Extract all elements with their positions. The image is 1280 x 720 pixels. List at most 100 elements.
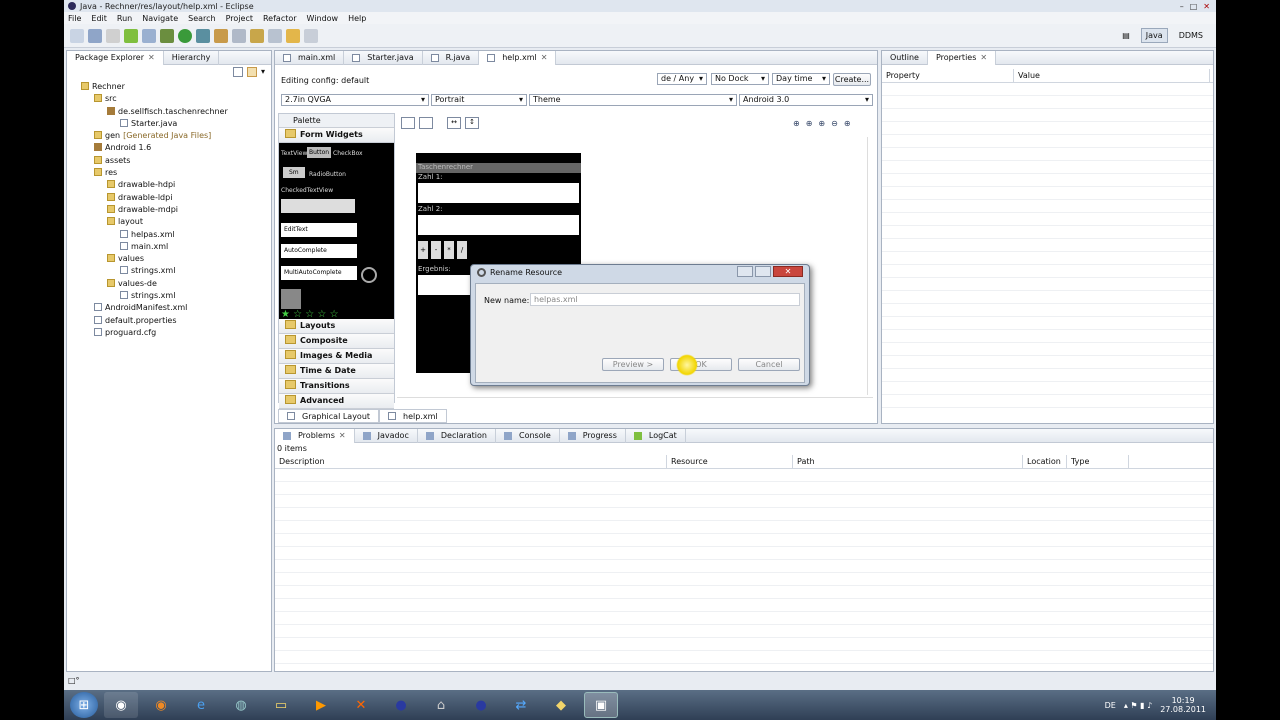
- widget-button[interactable]: Button: [307, 147, 332, 158]
- new-java-project-icon[interactable]: [214, 28, 228, 43]
- tab-properties[interactable]: Properties ✕: [927, 50, 997, 65]
- tab-outline[interactable]: Outline: [882, 50, 928, 65]
- new-name-input[interactable]: helpas.xml: [530, 293, 800, 306]
- canvas-vscroll[interactable]: [867, 137, 875, 395]
- menu-edit[interactable]: Edit: [91, 14, 107, 23]
- column-type[interactable]: Type: [1067, 454, 1129, 469]
- avd-icon[interactable]: [142, 28, 156, 43]
- create-config-button[interactable]: Create...: [833, 73, 871, 86]
- operator-button[interactable]: -: [431, 241, 441, 259]
- editor-tab[interactable]: help.xml ✕: [479, 50, 557, 65]
- bottom-tab[interactable]: Progress: [560, 428, 626, 443]
- run-icon[interactable]: [178, 28, 192, 43]
- zoom-reset-icon[interactable]: ⊕: [844, 119, 851, 128]
- close-tab-icon[interactable]: ✕: [339, 431, 346, 440]
- clock[interactable]: 10:19 27.08.2011: [1160, 696, 1206, 714]
- screen-select[interactable]: 2.7in QVGA: [281, 94, 429, 106]
- target-select[interactable]: Android 3.0: [739, 94, 873, 106]
- tab-package-explorer[interactable]: Package Explorer ✕: [67, 50, 164, 65]
- tree-item[interactable]: helpas.xml: [71, 229, 271, 241]
- ddms-perspective-button[interactable]: DDMS: [1174, 28, 1208, 43]
- tree-item[interactable]: values-de: [71, 278, 271, 290]
- tree-item[interactable]: strings.xml: [71, 290, 271, 302]
- widget-edittext[interactable]: EditText: [281, 223, 357, 237]
- tray-icons[interactable]: ▴ ⚑ ▮ ♪: [1124, 701, 1152, 710]
- tree-item[interactable]: src: [71, 93, 271, 105]
- close-tab-icon[interactable]: ✕: [148, 53, 155, 62]
- teamviewer-icon[interactable]: ⇄: [504, 692, 538, 718]
- network-icon[interactable]: ⌂: [424, 692, 458, 718]
- palette-category-form-widgets[interactable]: Form Widgets: [279, 128, 394, 143]
- palette-category[interactable]: Composite: [279, 334, 394, 349]
- tree-item[interactable]: Android 1.6: [71, 142, 271, 154]
- fill-height-icon[interactable]: ↕: [465, 117, 479, 129]
- tree-item[interactable]: AndroidManifest.xml: [71, 302, 271, 314]
- tree-item[interactable]: de.sellfisch.taschenrechner: [71, 106, 271, 118]
- palette-category[interactable]: Transitions: [279, 379, 394, 394]
- save-icon[interactable]: [88, 28, 102, 43]
- menu-file[interactable]: File: [68, 14, 81, 23]
- layout-toggle-2-icon[interactable]: [419, 117, 433, 129]
- fill-width-icon[interactable]: ↔: [447, 117, 461, 129]
- chrome-icon[interactable]: ◉: [104, 692, 138, 718]
- tree-item[interactable]: layout: [71, 216, 271, 228]
- minimize-icon[interactable]: –: [1180, 2, 1184, 11]
- column-location[interactable]: Location: [1023, 454, 1067, 469]
- editor-tab[interactable]: R.java: [423, 50, 480, 65]
- widget-textview[interactable]: TextView: [281, 150, 307, 157]
- tree-item[interactable]: assets: [71, 155, 271, 167]
- media-icon[interactable]: ▶: [304, 692, 338, 718]
- menu-help[interactable]: Help: [348, 14, 366, 23]
- tree-item[interactable]: gen [Generated Java Files]: [71, 130, 271, 142]
- operator-button[interactable]: *: [444, 241, 454, 259]
- editor-tab[interactable]: Starter.java: [344, 50, 423, 65]
- search-icon[interactable]: [250, 28, 264, 43]
- bottom-tab[interactable]: LogCat: [626, 428, 686, 443]
- java-perspective-button[interactable]: Java: [1140, 28, 1168, 43]
- canvas-hscroll[interactable]: [397, 397, 873, 405]
- locale-select[interactable]: de / Any: [657, 73, 707, 85]
- cancel-button[interactable]: Cancel: [738, 358, 800, 371]
- editor-tab[interactable]: main.xml: [275, 50, 345, 65]
- folder-taskbar-icon[interactable]: ◆: [544, 692, 578, 718]
- menu-refactor[interactable]: Refactor: [263, 14, 297, 23]
- tree-item[interactable]: values: [71, 253, 271, 265]
- input-zahl2[interactable]: [418, 215, 579, 235]
- palette-category[interactable]: Images & Media: [279, 349, 394, 364]
- new-icon[interactable]: [70, 28, 84, 43]
- widget-seekbar-icon[interactable]: [281, 289, 301, 309]
- menu-navigate[interactable]: Navigate: [142, 14, 178, 23]
- open-type-icon[interactable]: [232, 28, 246, 43]
- bottom-tab[interactable]: Javadoc: [355, 428, 418, 443]
- explorer-folder-icon[interactable]: ▭: [264, 692, 298, 718]
- firefox-icon[interactable]: ◉: [144, 692, 178, 718]
- start-button[interactable]: ⊞: [70, 692, 98, 718]
- bottom-tab[interactable]: Declaration: [418, 428, 496, 443]
- menu-search[interactable]: Search: [188, 14, 215, 23]
- tree-item[interactable]: proguard.cfg: [71, 327, 271, 339]
- widget-small-button[interactable]: Sm: [283, 167, 305, 178]
- widget-radio-button[interactable]: RadioButton: [309, 171, 346, 178]
- eclipse-taskbar-icon[interactable]: ●: [384, 692, 418, 718]
- tree-item[interactable]: res: [71, 167, 271, 179]
- tree-item[interactable]: default.properties: [71, 315, 271, 327]
- dock-select[interactable]: No Dock: [711, 73, 769, 85]
- forward-icon[interactable]: [304, 28, 318, 43]
- dialog-maximize-icon[interactable]: [755, 266, 771, 277]
- layout-toggle-icon[interactable]: [401, 117, 415, 129]
- android-sdk-icon[interactable]: [124, 28, 138, 43]
- widget-rating-icon[interactable]: ★ ☆ ☆ ☆ ☆: [281, 309, 339, 319]
- annotation-icon[interactable]: [268, 28, 282, 43]
- tree-item[interactable]: drawable-ldpi: [71, 192, 271, 204]
- close-tab-icon[interactable]: ✕: [541, 53, 548, 62]
- widget-spinner[interactable]: [281, 199, 355, 213]
- dialog-minimize-icon[interactable]: [737, 266, 753, 277]
- xampp-icon[interactable]: ✕: [344, 692, 378, 718]
- zoom-out-icon[interactable]: ⊖: [831, 119, 838, 128]
- print-icon[interactable]: [106, 28, 120, 43]
- widget-progress-icon[interactable]: [361, 267, 377, 283]
- tree-item[interactable]: drawable-hdpi: [71, 179, 271, 191]
- bottom-tab[interactable]: Console: [496, 428, 560, 443]
- menu-window[interactable]: Window: [307, 14, 339, 23]
- back-icon[interactable]: [286, 28, 300, 43]
